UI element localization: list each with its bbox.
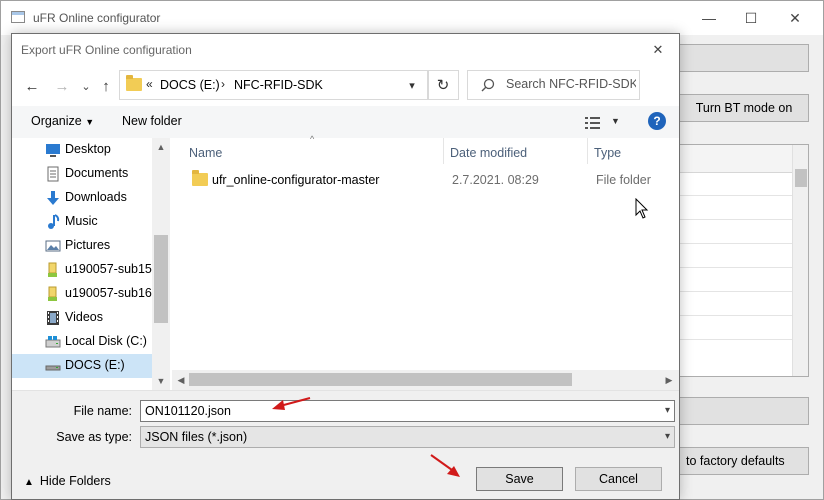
scroll-up-icon[interactable]: ▲ bbox=[152, 138, 170, 156]
hscroll-thumb[interactable] bbox=[189, 373, 572, 386]
search-input[interactable] bbox=[506, 77, 636, 91]
nav-scroll-thumb[interactable] bbox=[154, 235, 168, 323]
turn-bt-mode-button[interactable]: Turn BT mode on bbox=[679, 94, 809, 122]
nav-item-local-disk[interactable]: Local Disk (C:) bbox=[12, 330, 152, 354]
nav-item-music[interactable]: Music bbox=[12, 210, 152, 234]
downloads-icon bbox=[47, 191, 59, 205]
mouse-cursor-icon bbox=[635, 198, 649, 219]
nav-pane-scrollbar[interactable]: ▲ ▼ bbox=[152, 138, 170, 390]
app-window-icon bbox=[11, 11, 25, 23]
save-button[interactable]: Save bbox=[476, 467, 563, 491]
file-date: 2.7.2021. 08:29 bbox=[452, 173, 539, 187]
navigation-pane: Desktop Documents Downloads Music Pictur… bbox=[12, 138, 170, 390]
annotation-arrow-icon bbox=[430, 454, 460, 477]
usb-drive-icon bbox=[48, 262, 57, 277]
refresh-button[interactable]: ↻ bbox=[427, 70, 459, 100]
nav-item-desktop[interactable]: Desktop bbox=[12, 138, 152, 162]
address-separator[interactable]: › bbox=[221, 77, 225, 91]
recent-locations-button[interactable]: ⌄ bbox=[76, 76, 96, 96]
minimize-button[interactable]: — bbox=[687, 5, 731, 31]
grid-scroll-thumb[interactable] bbox=[795, 169, 807, 187]
file-list-hscrollbar[interactable]: ◀ ▶ bbox=[172, 370, 679, 390]
usb-drive-icon bbox=[48, 286, 57, 301]
file-type: File folder bbox=[596, 173, 651, 187]
desktop-icon bbox=[46, 144, 60, 157]
file-name-input[interactable] bbox=[145, 404, 645, 418]
parent-window-title: uFR Online configurator bbox=[33, 11, 161, 25]
reset-factory-defaults-button[interactable]: to factory defaults bbox=[679, 447, 809, 475]
scroll-left-icon[interactable]: ◀ bbox=[173, 372, 189, 388]
chevron-down-icon[interactable]: ▾ bbox=[397, 70, 427, 100]
help-icon[interactable]: ? bbox=[648, 112, 666, 130]
address-overflow[interactable]: « bbox=[146, 77, 153, 91]
scroll-down-icon[interactable]: ▼ bbox=[152, 372, 170, 390]
folder-icon bbox=[192, 170, 208, 186]
videos-icon bbox=[47, 311, 59, 325]
file-name: ufr_online-configurator-master bbox=[212, 173, 380, 187]
back-button[interactable]: ← bbox=[22, 76, 42, 96]
parent-titlebar: uFR Online configurator — ☐ ✕ bbox=[1, 1, 823, 35]
drive-icon bbox=[45, 365, 61, 371]
file-name-label: File name: bbox=[73, 404, 132, 418]
forward-button[interactable]: → bbox=[52, 76, 72, 96]
file-row[interactable]: ufr_online-configurator-master 2.7.2021.… bbox=[180, 169, 675, 191]
grid-header bbox=[680, 145, 793, 173]
nav-item-downloads[interactable]: Downloads bbox=[12, 186, 152, 210]
music-icon bbox=[48, 214, 60, 229]
close-button[interactable]: ✕ bbox=[773, 5, 817, 31]
address-segment-folder[interactable]: NFC-RFID-SDK bbox=[234, 78, 323, 92]
file-list: ^ Name Date modified Type ufr_online-con… bbox=[172, 134, 679, 390]
address-segment-drive[interactable]: DOCS (E:) bbox=[160, 78, 220, 92]
chevron-down-icon[interactable]: ▾ bbox=[665, 405, 670, 416]
toolbar: Organize ▼ New folder ▼ ? bbox=[12, 106, 679, 138]
save-as-type-select[interactable]: JSON files (*.json) ▾ bbox=[140, 426, 675, 448]
chevron-down-icon: ▼ bbox=[85, 117, 95, 127]
local-disk-icon bbox=[45, 336, 61, 348]
chevron-up-icon: ▲ bbox=[24, 477, 34, 488]
parent-data-grid[interactable] bbox=[679, 144, 809, 377]
cancel-button[interactable]: Cancel bbox=[575, 467, 662, 491]
column-header-name[interactable]: Name bbox=[189, 146, 222, 160]
maximize-button[interactable]: ☐ bbox=[729, 5, 773, 31]
dialog-close-button[interactable]: ✕ bbox=[643, 38, 673, 62]
view-options-chevron-icon[interactable]: ▼ bbox=[611, 116, 620, 126]
nav-item-documents[interactable]: Documents bbox=[12, 162, 152, 186]
new-folder-button[interactable]: New folder bbox=[122, 114, 182, 128]
chevron-down-icon[interactable]: ▾ bbox=[665, 431, 670, 442]
column-header-type[interactable]: Type bbox=[594, 146, 621, 160]
save-form: File name: ▾ Save as type: JSON files (*… bbox=[12, 390, 679, 499]
nav-item-docs-drive[interactable]: DOCS (E:) bbox=[12, 354, 152, 378]
export-dialog: Export uFR Online configuration ✕ ← → ⌄ … bbox=[11, 33, 680, 500]
save-as-type-label: Save as type: bbox=[56, 430, 132, 444]
folder-icon bbox=[126, 75, 142, 91]
organize-menu[interactable]: Organize ▼ bbox=[31, 114, 94, 128]
dialog-title: Export uFR Online configuration bbox=[21, 43, 192, 57]
column-header-date[interactable]: Date modified bbox=[450, 146, 527, 160]
annotation-arrow-icon bbox=[272, 397, 311, 410]
search-box[interactable] bbox=[467, 70, 640, 100]
sort-ascending-icon: ^ bbox=[310, 134, 315, 144]
up-button[interactable]: ↑ bbox=[96, 76, 116, 96]
pictures-icon bbox=[45, 240, 61, 252]
address-bar[interactable]: « DOCS (E:) › NFC-RFID-SDK bbox=[119, 70, 429, 100]
nav-item-usb-sub16[interactable]: u190057-sub16 ( bbox=[12, 282, 152, 306]
nav-item-usb-sub15[interactable]: u190057-sub15 ( bbox=[12, 258, 152, 282]
nav-item-videos[interactable]: Videos bbox=[12, 306, 152, 330]
save-as-type-value: JSON files (*.json) bbox=[145, 430, 248, 444]
scroll-right-icon[interactable]: ▶ bbox=[661, 372, 677, 388]
grid-scrollbar[interactable] bbox=[792, 145, 808, 376]
search-icon bbox=[481, 78, 495, 92]
file-name-field[interactable]: ▾ bbox=[140, 400, 675, 422]
documents-icon bbox=[47, 166, 59, 182]
parent-top-button[interactable] bbox=[679, 44, 809, 72]
parent-mid-button[interactable] bbox=[679, 397, 809, 425]
hide-folders-toggle[interactable]: ▲ Hide Folders bbox=[24, 474, 111, 488]
nav-item-pictures[interactable]: Pictures bbox=[12, 234, 152, 258]
change-view-icon[interactable] bbox=[585, 117, 603, 129]
